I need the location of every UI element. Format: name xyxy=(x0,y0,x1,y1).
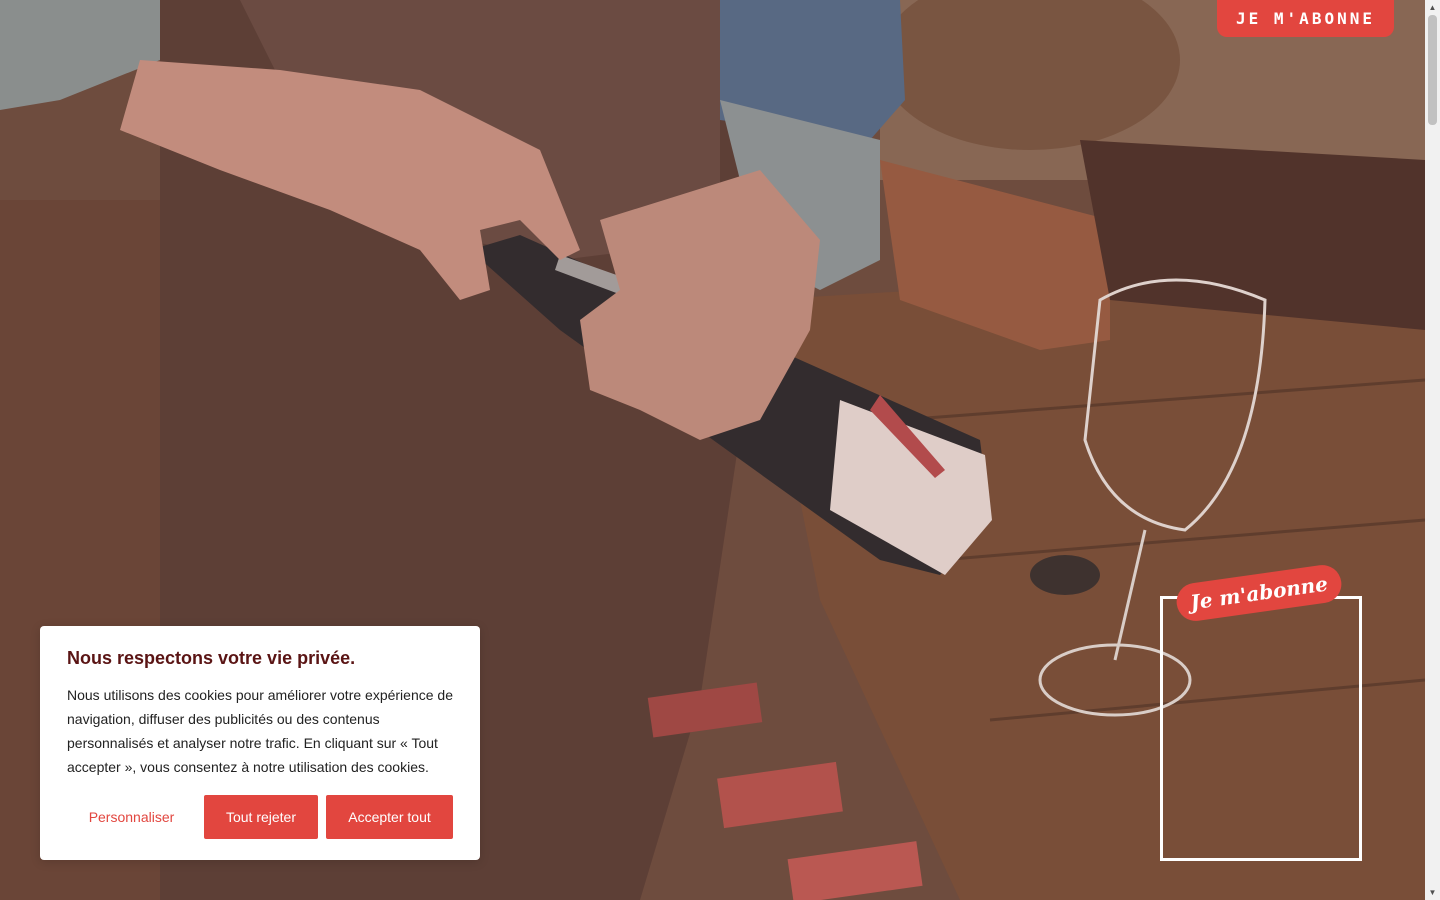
scrollbar-thumb[interactable] xyxy=(1428,15,1437,125)
vertical-scrollbar[interactable]: ▲ ▼ xyxy=(1425,0,1440,900)
promo-frame[interactable] xyxy=(1160,596,1362,861)
cookie-banner-title: Nous respectons votre vie privée. xyxy=(67,648,356,668)
subscribe-button[interactable]: JE M'ABONNE xyxy=(1217,0,1394,37)
triangle-up-icon[interactable]: ▲ xyxy=(1425,0,1440,15)
reject-all-button[interactable]: Tout rejeter xyxy=(204,795,318,839)
customize-button[interactable]: Personnaliser xyxy=(67,795,196,839)
cookie-banner: Nous respectons votre vie privée. Nous u… xyxy=(40,626,480,860)
cookie-banner-text: Nous utilisons des cookies pour améliore… xyxy=(67,687,453,775)
accept-all-button[interactable]: Accepter tout xyxy=(326,795,453,839)
page: JE M'ABONNE Je m'abonne Nous respectons … xyxy=(0,0,1440,900)
triangle-down-icon[interactable]: ▼ xyxy=(1425,885,1440,900)
cookie-banner-actions: Personnaliser Tout rejeter Accepter tout xyxy=(67,795,453,839)
